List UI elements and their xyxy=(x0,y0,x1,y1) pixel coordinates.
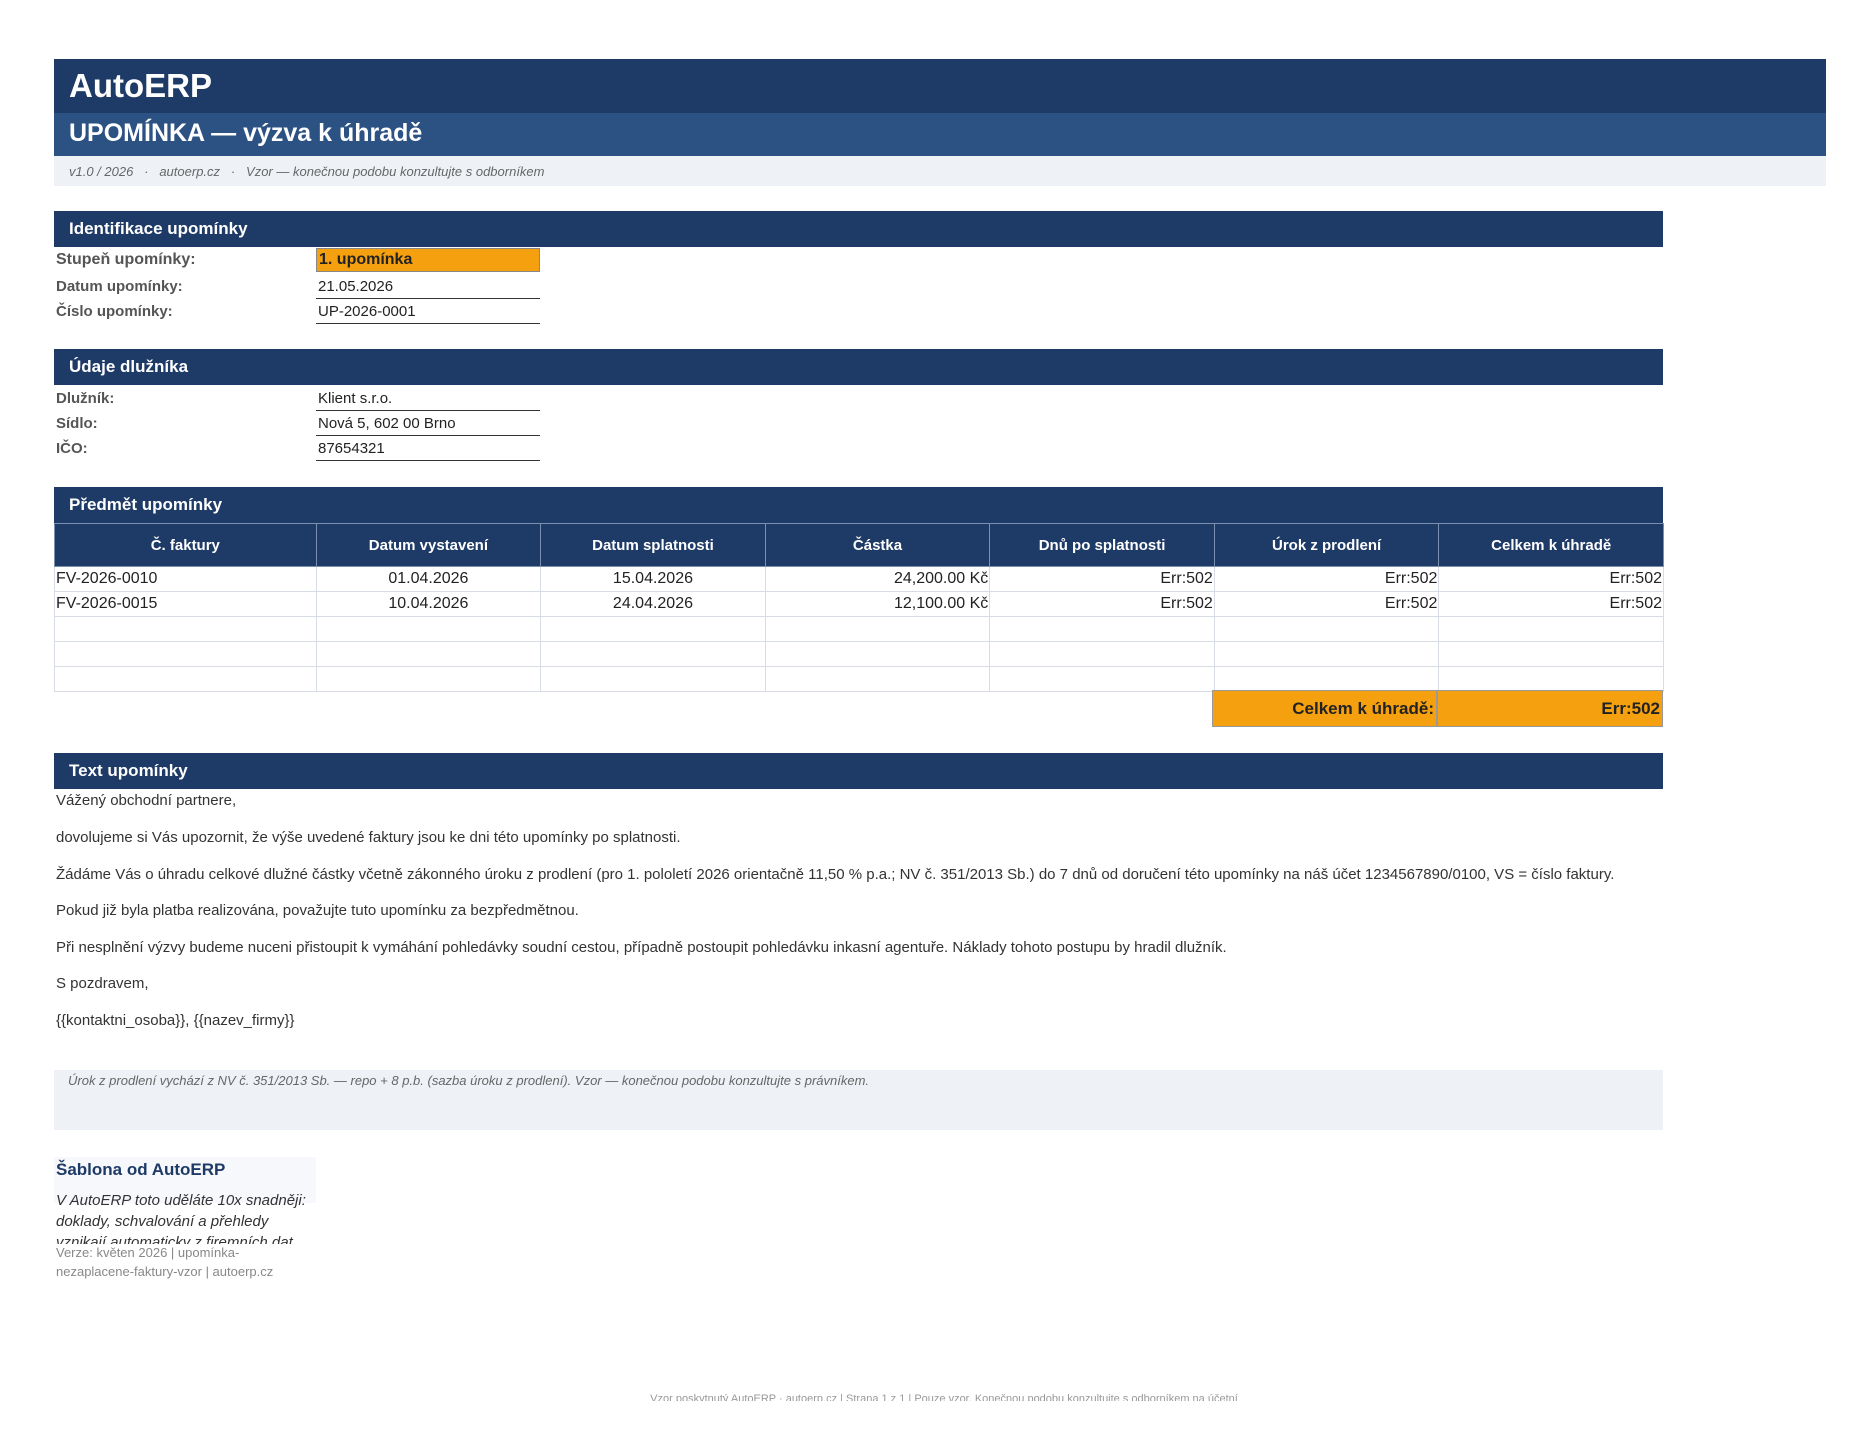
letter-paragraph: dovolujeme si Vás upozornit, že výše uve… xyxy=(56,829,681,846)
section-heading: Údaje dlužníka xyxy=(69,357,189,376)
table-row xyxy=(54,616,1664,642)
table-cell[interactable] xyxy=(989,666,1215,692)
table-cell[interactable]: 01.04.2026 xyxy=(315,566,542,592)
section-heading: Předmět upomínky xyxy=(69,495,223,514)
debtor-seat-field[interactable]: Nová 5, 602 00 Brno xyxy=(316,411,540,436)
date-field[interactable]: 21.05.2026 xyxy=(316,274,540,299)
table-cell[interactable] xyxy=(1213,641,1440,667)
letter-paragraph: Pokud již byla platba realizována, považ… xyxy=(56,902,579,919)
column-header: Úrok z prodlení xyxy=(1213,523,1440,567)
table-cell[interactable]: 24.04.2026 xyxy=(540,591,766,617)
table-cell[interactable] xyxy=(540,666,766,692)
section-heading: Identifikace upomínky xyxy=(69,219,248,238)
table-cell[interactable] xyxy=(1213,616,1440,642)
date-value: 21.05.2026 xyxy=(318,278,394,295)
table-cell[interactable]: Err:502 xyxy=(1213,566,1440,592)
debtor-seat-label: Sídlo: xyxy=(56,415,98,432)
section-subject: Předmět upomínky xyxy=(54,487,1663,523)
total-value: Err:502 xyxy=(1601,699,1660,718)
table-row xyxy=(54,641,1664,667)
table-cell[interactable]: FV-2026-0015 xyxy=(54,591,317,617)
total-value-cell[interactable]: Err:502 xyxy=(1437,690,1663,727)
table-cell[interactable]: 10.04.2026 xyxy=(315,591,542,617)
column-header: Dnů po splatnosti xyxy=(989,523,1215,567)
table-cell[interactable] xyxy=(54,641,317,667)
debtor-ico-field[interactable]: 87654321 xyxy=(316,436,540,461)
debtor-name-field[interactable]: Klient s.r.o. xyxy=(316,386,540,411)
debtor-ico-value: 87654321 xyxy=(318,440,385,457)
letter-paragraph: Při nesplnění výzvy budeme nuceni přisto… xyxy=(56,939,1227,956)
brand-bar: AutoERP xyxy=(54,59,1826,113)
promo-title: Šablona od AutoERP xyxy=(56,1160,226,1179)
letter-paragraph: Žádáme Vás o úhradu celkové dlužné částk… xyxy=(56,866,1615,883)
invoice-table: Č. faktury Datum vystavení Datum splatno… xyxy=(54,523,1664,692)
number-field[interactable]: UP-2026-0001 xyxy=(316,299,540,324)
table-cell[interactable]: Err:502 xyxy=(1438,591,1664,617)
column-header: Celkem k úhradě xyxy=(1438,523,1664,567)
table-cell[interactable] xyxy=(764,641,991,667)
table-cell[interactable] xyxy=(1213,666,1440,692)
table-cell[interactable] xyxy=(54,616,317,642)
table-cell[interactable] xyxy=(54,666,317,692)
table-cell[interactable]: Err:502 xyxy=(989,566,1215,592)
column-header: Částka xyxy=(764,523,991,567)
table-cell[interactable] xyxy=(315,641,542,667)
section-identification: Identifikace upomínky xyxy=(54,211,1663,247)
column-header: Č. faktury xyxy=(54,523,317,567)
letter-paragraph: Vážený obchodní partnere, xyxy=(56,792,237,809)
section-heading: Text upomínky xyxy=(69,761,188,780)
table-cell[interactable] xyxy=(540,641,766,667)
stage-field[interactable]: 1. upomínka xyxy=(316,248,540,272)
total-label-cell: Celkem k úhradě: xyxy=(1212,690,1437,727)
meta-text: v1.0 / 2026 · autoerp.cz · Vzor — konečn… xyxy=(69,164,545,179)
total-label: Celkem k úhradě: xyxy=(1292,699,1434,718)
page-footer: Vzor poskytnutý AutoERP · autoerp.cz | S… xyxy=(650,1393,1238,1401)
legal-note: Úrok z prodlení vychází z NV č. 351/2013… xyxy=(68,1073,870,1088)
document-title: UPOMÍNKA — výzva k úhradě xyxy=(69,119,423,147)
debtor-name-value: Klient s.r.o. xyxy=(318,390,393,407)
number-label: Číslo upomínky: xyxy=(56,303,173,320)
table-header-row: Č. faktury Datum vystavení Datum splatno… xyxy=(54,523,1664,567)
promo-text: V AutoERP toto uděláte 10x snadněji: dok… xyxy=(56,1192,306,1244)
table-cell[interactable]: FV-2026-0010 xyxy=(54,566,317,592)
table-cell[interactable]: Err:502 xyxy=(989,591,1215,617)
table-row: FV-2026-0015 10.04.2026 24.04.2026 12,10… xyxy=(54,591,1664,617)
debtor-seat-value: Nová 5, 602 00 Brno xyxy=(318,415,456,432)
table-cell[interactable] xyxy=(764,616,991,642)
table-cell[interactable] xyxy=(1438,641,1664,667)
column-header: Datum vystavení xyxy=(315,523,542,567)
letter-paragraph: S pozdravem, xyxy=(56,975,149,992)
table-cell[interactable] xyxy=(315,616,542,642)
stage-value: 1. upomínka xyxy=(319,251,413,268)
table-cell[interactable]: Err:502 xyxy=(1213,591,1440,617)
date-label: Datum upomínky: xyxy=(56,278,183,295)
letter-signature: {{kontaktni_osoba}}, {{nazev_firmy}} xyxy=(56,1012,295,1029)
stage-label: Stupeň upomínky: xyxy=(56,251,196,268)
document-title-bar: UPOMÍNKA — výzva k úhradě xyxy=(54,113,1826,156)
table-row xyxy=(54,666,1664,692)
table-cell[interactable] xyxy=(315,666,542,692)
section-debtor: Údaje dlužníka xyxy=(54,349,1663,385)
table-cell[interactable]: Err:502 xyxy=(1438,566,1664,592)
legal-note-box: Úrok z prodlení vychází z NV č. 351/2013… xyxy=(54,1070,1663,1130)
brand-name: AutoERP xyxy=(69,67,212,104)
version-info: Verze: květen 2026 | upomínka-nezaplacen… xyxy=(56,1245,274,1279)
table-cell[interactable] xyxy=(989,641,1215,667)
table-cell[interactable]: 24,200.00 Kč xyxy=(764,566,991,592)
meta-bar: v1.0 / 2026 · autoerp.cz · Vzor — konečn… xyxy=(54,156,1826,186)
table-cell[interactable] xyxy=(540,616,766,642)
table-cell[interactable]: 12,100.00 Kč xyxy=(764,591,991,617)
table-cell[interactable] xyxy=(764,666,991,692)
debtor-name-label: Dlužník: xyxy=(56,390,115,407)
number-value: UP-2026-0001 xyxy=(318,303,416,320)
table-row: FV-2026-0010 01.04.2026 15.04.2026 24,20… xyxy=(54,566,1664,592)
table-cell[interactable] xyxy=(1438,616,1664,642)
table-cell[interactable]: 15.04.2026 xyxy=(540,566,766,592)
section-text: Text upomínky xyxy=(54,753,1663,789)
debtor-ico-label: IČO: xyxy=(56,440,88,457)
column-header: Datum splatnosti xyxy=(540,523,766,567)
table-cell[interactable] xyxy=(1438,666,1664,692)
table-cell[interactable] xyxy=(989,616,1215,642)
